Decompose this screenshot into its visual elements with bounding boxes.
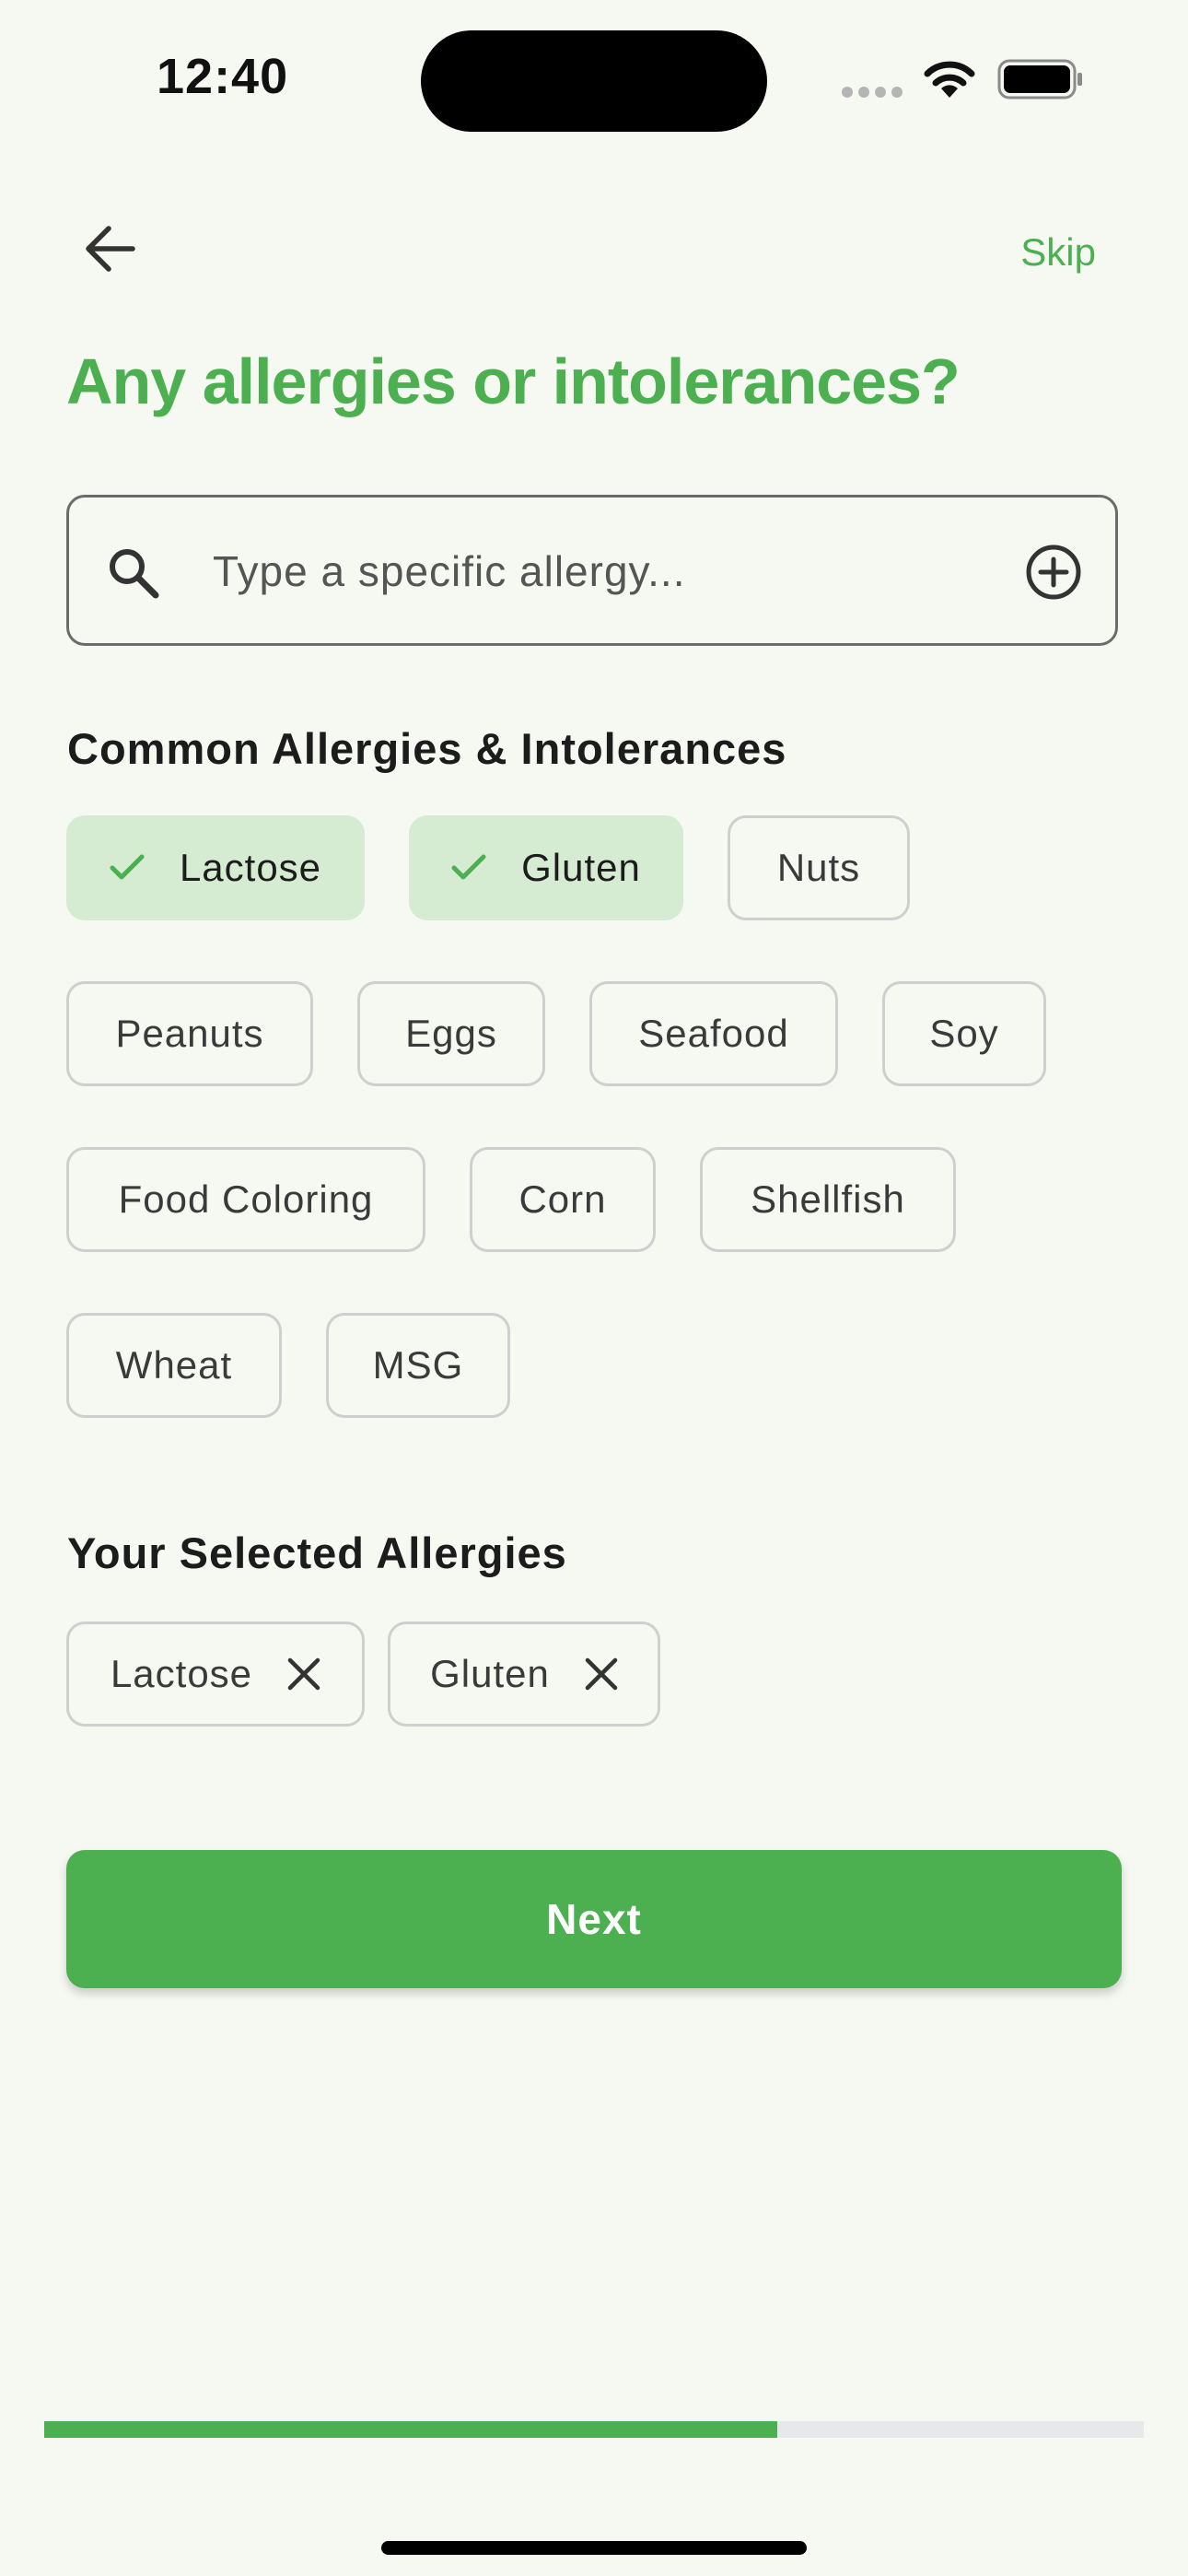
allergy-chip-soy[interactable]: Soy <box>882 981 1046 1086</box>
chip-label: Nuts <box>776 846 861 889</box>
chip-label: Corn <box>518 1177 607 1221</box>
allergy-chip-nuts[interactable]: Nuts <box>728 815 910 920</box>
chip-label: Lactose <box>179 846 322 889</box>
battery-icon <box>997 59 1086 104</box>
common-allergies-heading: Common Allergies & Intolerances <box>67 724 787 773</box>
check-icon <box>451 854 486 882</box>
arrow-left-icon <box>86 226 135 272</box>
allergy-chip-peanuts[interactable]: Peanuts <box>66 981 313 1086</box>
chip-label: Soy <box>929 1012 999 1055</box>
progress-bar-fill <box>44 2421 778 2438</box>
check-icon <box>110 854 145 882</box>
onboarding-progress-bar <box>44 2421 1144 2438</box>
next-button[interactable]: Next <box>66 1850 1122 1988</box>
allergy-chip-seafood[interactable]: Seafood <box>589 981 838 1086</box>
chip-label: Eggs <box>405 1012 497 1055</box>
page-title: Any allergies or intolerances? <box>66 345 961 417</box>
selected-allergies-heading: Your Selected Allergies <box>67 1528 567 1577</box>
search-icon <box>106 545 161 605</box>
chip-label: Seafood <box>638 1012 789 1055</box>
chip-label: Food Coloring <box>118 1177 374 1221</box>
chip-label: Gluten <box>430 1652 550 1695</box>
allergy-chip-shellfish[interactable]: Shellfish <box>700 1147 956 1252</box>
chip-label: Gluten <box>521 846 641 889</box>
cellular-signal-icon <box>842 87 903 98</box>
selected-allergy-chip-lactose: Lactose <box>66 1622 365 1727</box>
allergy-chip-gluten[interactable]: Gluten <box>409 815 683 920</box>
allergy-chip-lactose[interactable]: Lactose <box>66 815 365 920</box>
chip-label: MSG <box>372 1343 464 1387</box>
allergy-chip-corn[interactable]: Corn <box>470 1147 656 1252</box>
allergy-search-field[interactable] <box>66 495 1118 646</box>
chip-label: Lactose <box>110 1652 253 1695</box>
allergy-chip-food-coloring[interactable]: Food Coloring <box>66 1147 425 1252</box>
skip-button[interactable]: Skip <box>1020 230 1096 275</box>
chip-label: Peanuts <box>115 1012 264 1055</box>
chip-label: Wheat <box>115 1343 233 1387</box>
search-input[interactable] <box>213 534 968 608</box>
allergy-chip-wheat[interactable]: Wheat <box>66 1313 282 1418</box>
close-icon[interactable] <box>287 1657 320 1691</box>
dynamic-island <box>421 30 767 132</box>
status-time: 12:40 <box>157 49 289 104</box>
chip-label: Shellfish <box>751 1177 905 1221</box>
allergy-chip-eggs[interactable]: Eggs <box>357 981 545 1086</box>
wifi-icon <box>921 57 978 104</box>
selected-allergy-chip-gluten: Gluten <box>388 1622 660 1727</box>
allergy-chip-msg[interactable]: MSG <box>326 1313 510 1418</box>
close-icon[interactable] <box>585 1657 618 1691</box>
plus-circle-icon[interactable] <box>1025 544 1082 605</box>
back-button[interactable] <box>74 212 147 286</box>
home-indicator <box>381 2541 807 2555</box>
